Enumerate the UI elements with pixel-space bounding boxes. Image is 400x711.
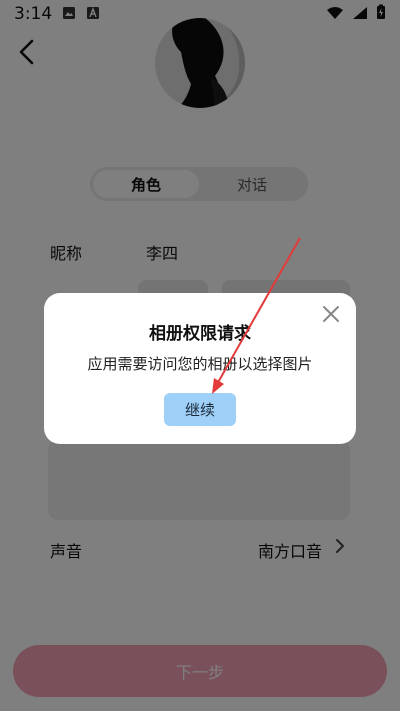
dialog-message: 应用需要访问您的相册以选择图片 xyxy=(87,355,313,373)
dialog-title: 相册权限请求 xyxy=(149,324,251,344)
permission-dialog: 相册权限请求 应用需要访问您的相册以选择图片 继续 xyxy=(44,293,356,444)
continue-button[interactable]: 继续 xyxy=(164,393,236,426)
